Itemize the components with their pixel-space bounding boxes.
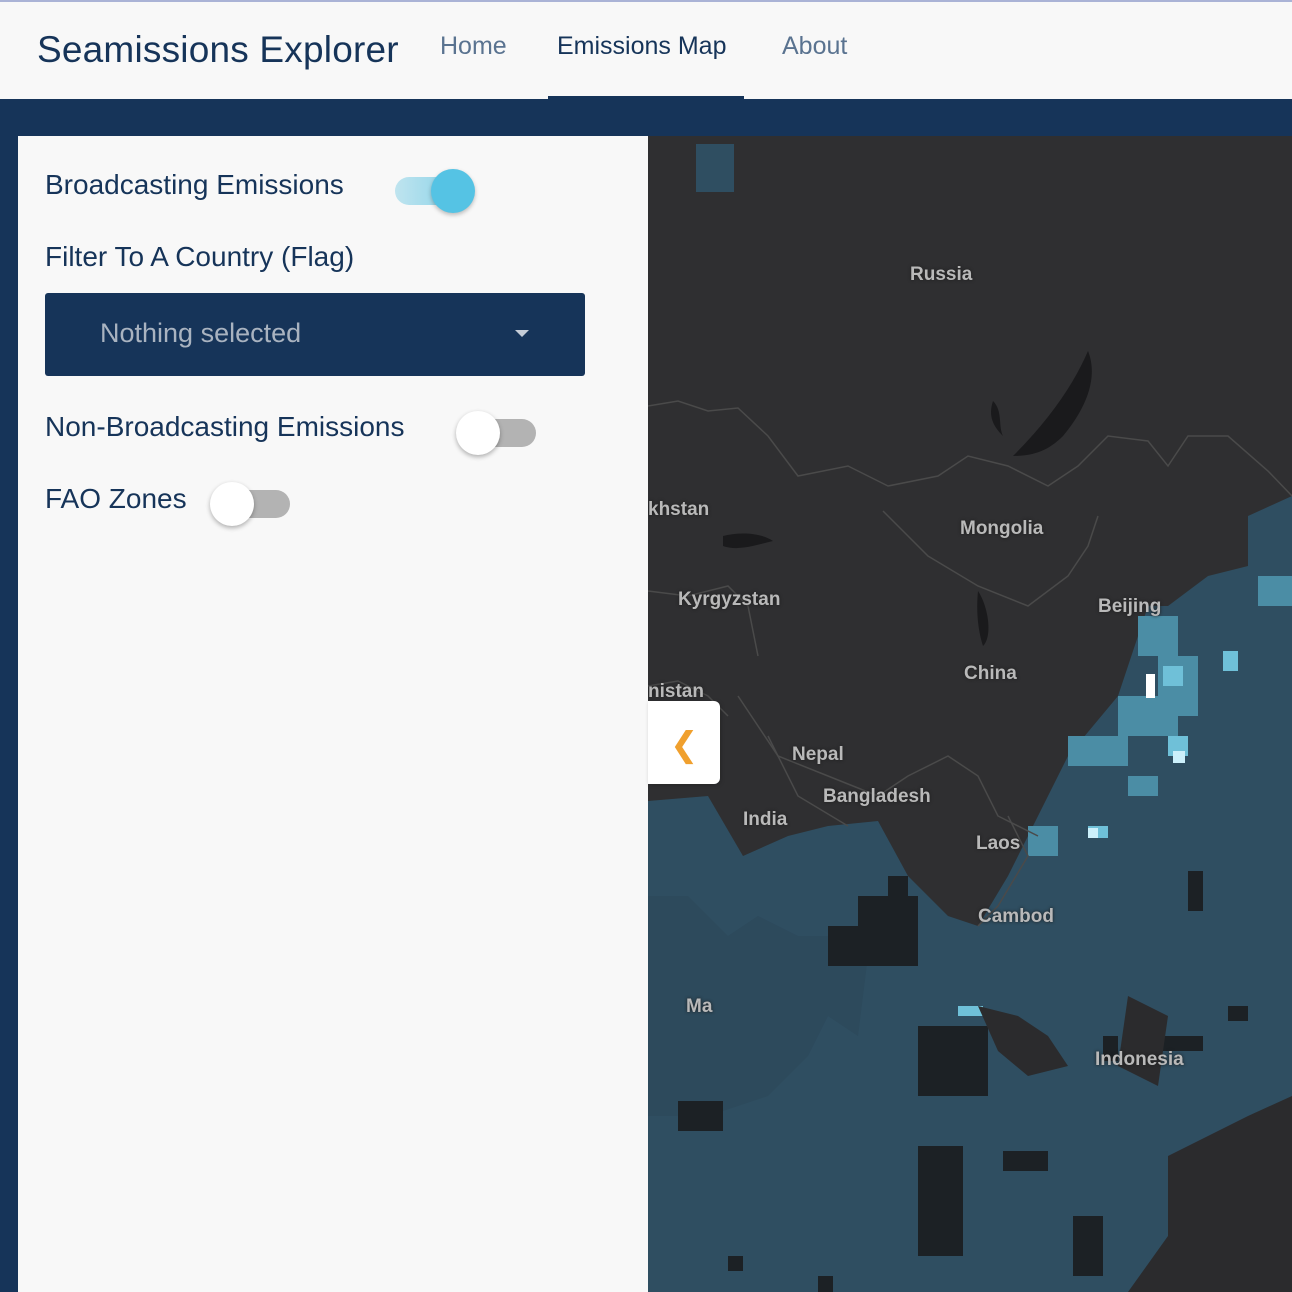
map-label-nepal: Nepal	[792, 744, 844, 765]
emission-hotspot	[1146, 674, 1155, 698]
map-label-cambodia: Cambod	[978, 906, 1054, 927]
broadcasting-label: Broadcasting Emissions	[45, 169, 344, 200]
toggle-knob	[456, 411, 500, 455]
fao-zones-label: FAO Zones	[45, 483, 187, 514]
country-filter-label: Filter To A Country (Flag)	[45, 241, 355, 272]
country-select[interactable]: Nothing selected	[45, 293, 585, 376]
map-label-india: India	[743, 809, 788, 830]
map-label-afghanistan: nistan	[648, 681, 704, 702]
nav-home[interactable]: Home	[440, 32, 507, 61]
map-label-beijing: Beijing	[1098, 596, 1162, 617]
map-canvas	[648, 144, 1292, 1292]
collapse-sidebar-button[interactable]: ❮	[648, 701, 720, 784]
non-broadcasting-label: Non-Broadcasting Emissions	[45, 411, 405, 442]
nav-about[interactable]: About	[782, 32, 847, 61]
map-label-malaysia: Ma	[686, 996, 713, 1017]
map-label-mongolia: Mongolia	[960, 518, 1044, 539]
chevron-left-icon: ❮	[670, 726, 699, 764]
toggle-knob	[210, 482, 254, 526]
app-title[interactable]: Seamissions Explorer	[37, 29, 399, 71]
map-label-russia: Russia	[910, 264, 973, 285]
map-label-china: China	[964, 663, 1017, 684]
sea-emissions-patch	[696, 144, 734, 192]
sidebar-panel: Broadcasting Emissions Filter To A Count…	[18, 136, 648, 1292]
broadcasting-toggle[interactable]	[395, 169, 475, 213]
map-label-laos: Laos	[976, 833, 1021, 854]
non-broadcasting-toggle[interactable]	[456, 411, 538, 455]
toggle-knob	[431, 169, 475, 213]
active-tab-indicator	[548, 96, 744, 101]
nav-emissions-map[interactable]: Emissions Map	[557, 32, 727, 61]
country-select-value: Nothing selected	[100, 318, 302, 348]
top-navbar: Seamissions Explorer Home Emissions Map …	[0, 0, 1292, 101]
map-label-kyrgyzstan: Kyrgyzstan	[678, 589, 781, 610]
map-label-bangladesh: Bangladesh	[823, 786, 931, 807]
map-label-kazakhstan: khstan	[648, 499, 710, 520]
emissions-map[interactable]: Russia khstan Mongolia Kyrgyzstan Beijin…	[648, 136, 1292, 1292]
fao-zones-toggle[interactable]	[210, 482, 292, 526]
map-label-indonesia: Indonesia	[1095, 1049, 1184, 1070]
caret-down-icon	[515, 330, 529, 337]
